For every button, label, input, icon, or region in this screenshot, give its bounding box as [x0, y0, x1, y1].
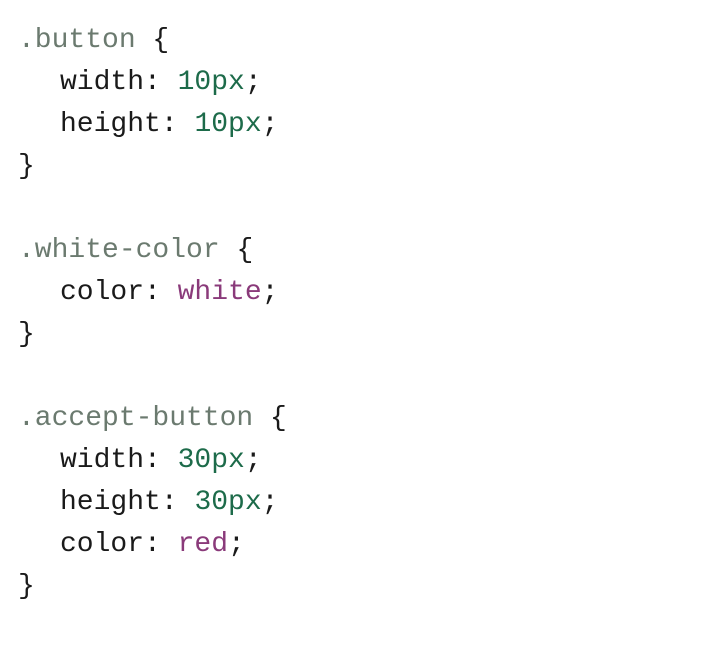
- colon: :: [161, 487, 195, 518]
- css-declaration-line: width: 10px;: [18, 62, 698, 104]
- css-rule-selector-line: .button {: [18, 20, 698, 62]
- css-declaration-line: height: 10px;: [18, 104, 698, 146]
- open-brace: {: [253, 403, 287, 434]
- css-rule-selector-line: .accept-button {: [18, 398, 698, 440]
- css-property: width: [60, 67, 144, 98]
- css-rule-selector-line: .white-color {: [18, 230, 698, 272]
- css-rule-close-line: }: [18, 566, 698, 608]
- css-selector: .button: [18, 25, 136, 56]
- css-value: 10px: [194, 109, 261, 140]
- css-selector: .accept-button: [18, 403, 253, 434]
- colon: :: [144, 445, 178, 476]
- css-declaration-line: width: 30px;: [18, 440, 698, 482]
- indent: [18, 104, 60, 146]
- open-brace: {: [220, 235, 254, 266]
- close-brace: }: [18, 571, 35, 602]
- close-brace: }: [18, 151, 35, 182]
- css-code-snippet: .button { width: 10px; height: 10px;} .w…: [18, 20, 698, 608]
- indent: [18, 62, 60, 104]
- css-property: color: [60, 277, 144, 308]
- colon: :: [144, 67, 178, 98]
- indent: [18, 524, 60, 566]
- css-selector: .white-color: [18, 235, 220, 266]
- css-property: color: [60, 529, 144, 560]
- css-property: height: [60, 487, 161, 518]
- css-rule-close-line: }: [18, 146, 698, 188]
- indent: [18, 440, 60, 482]
- indent: [18, 482, 60, 524]
- colon: :: [161, 109, 195, 140]
- css-declaration-line: color: red;: [18, 524, 698, 566]
- colon: :: [144, 277, 178, 308]
- semicolon: ;: [262, 277, 279, 308]
- css-value: 10px: [178, 67, 245, 98]
- semicolon: ;: [228, 529, 245, 560]
- colon: :: [144, 529, 178, 560]
- blank-line: [18, 188, 698, 230]
- css-value: 30px: [178, 445, 245, 476]
- css-property: width: [60, 445, 144, 476]
- css-property: height: [60, 109, 161, 140]
- css-declaration-line: height: 30px;: [18, 482, 698, 524]
- close-brace: }: [18, 319, 35, 350]
- css-value: 30px: [194, 487, 261, 518]
- semicolon: ;: [262, 109, 279, 140]
- semicolon: ;: [245, 67, 262, 98]
- css-rule-close-line: }: [18, 314, 698, 356]
- semicolon: ;: [262, 487, 279, 518]
- blank-line: [18, 356, 698, 398]
- indent: [18, 272, 60, 314]
- css-value: red: [178, 529, 228, 560]
- open-brace: {: [136, 25, 170, 56]
- semicolon: ;: [245, 445, 262, 476]
- css-declaration-line: color: white;: [18, 272, 698, 314]
- css-value: white: [178, 277, 262, 308]
